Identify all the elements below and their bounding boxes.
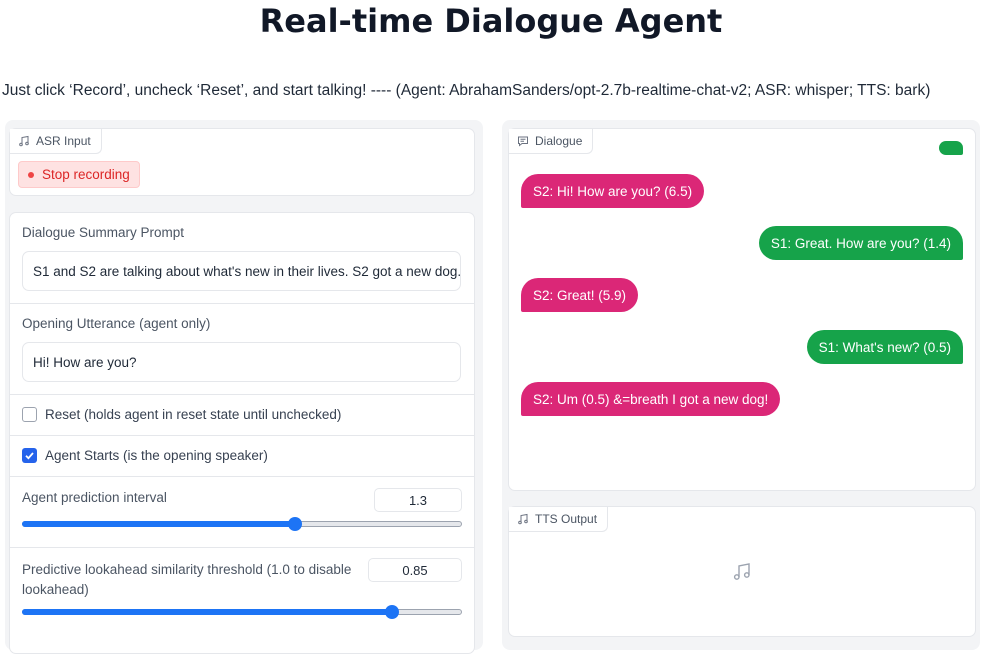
lookahead-slider[interactable] bbox=[22, 605, 462, 619]
opening-utterance-input[interactable]: Hi! How are you? bbox=[22, 342, 461, 382]
music-note-icon bbox=[733, 563, 750, 580]
opening-utterance-label: Opening Utterance (agent only) bbox=[22, 316, 211, 331]
lookahead-number-input[interactable]: 0.85 bbox=[368, 558, 462, 582]
chat-message-bot: S2: Great! (5.9) bbox=[521, 278, 639, 312]
agent-starts-label: Agent Starts (is the opening speaker) bbox=[45, 448, 268, 463]
summary-prompt-label: Dialogue Summary Prompt bbox=[22, 225, 185, 240]
opening-utterance-section: Opening Utterance (agent only) Hi! How a… bbox=[10, 303, 474, 395]
summary-prompt-input[interactable]: S1 and S2 are talking about what's new i… bbox=[22, 251, 461, 291]
slider-fill bbox=[22, 609, 392, 615]
chat-message-bot: S2: Um (0.5) &=breath I got a new dog! bbox=[521, 382, 781, 416]
right-column: Dialogue S2: Hi! How are you? (6.5) S1: … bbox=[502, 120, 980, 650]
lookahead-label-line-2: lookahead) bbox=[22, 582, 89, 597]
dialogue-label-text: Dialogue bbox=[535, 134, 583, 148]
music-note-icon bbox=[19, 135, 29, 147]
interval-number-input[interactable]: 1.3 bbox=[374, 488, 462, 512]
settings-panel: Dialogue Summary Prompt S1 and S2 are ta… bbox=[9, 212, 475, 654]
stop-recording-button[interactable]: Stop recording bbox=[18, 161, 140, 188]
asr-input-block: ASR Input Stop recording bbox=[9, 128, 475, 196]
lookahead-label-line-1: Predictive lookahead similarity threshol… bbox=[22, 562, 352, 577]
asr-input-label-text: ASR Input bbox=[36, 134, 91, 148]
chat-message-bot: S2: Hi! How are you? (6.5) bbox=[521, 174, 705, 208]
reset-checkbox-label: Reset (holds agent in reset state until … bbox=[45, 407, 342, 422]
chat-icon bbox=[518, 136, 528, 147]
interval-label: Agent prediction interval bbox=[22, 490, 167, 505]
asr-input-label: ASR Input bbox=[10, 129, 102, 154]
dialogue-chatbot: Dialogue S2: Hi! How are you? (6.5) S1: … bbox=[508, 128, 976, 491]
slider-thumb[interactable] bbox=[287, 517, 302, 531]
empty-user-bubble bbox=[939, 141, 963, 155]
agent-starts-checkbox-row[interactable]: Agent Starts (is the opening speaker) bbox=[22, 448, 268, 463]
tts-output-label: TTS Output bbox=[509, 507, 609, 532]
tts-output-label-text: TTS Output bbox=[535, 512, 598, 526]
music-note-icon bbox=[518, 513, 528, 525]
page-title: Real-time Dialogue Agent bbox=[259, 2, 723, 40]
reset-checkbox-row[interactable]: Reset (holds agent in reset state until … bbox=[22, 407, 341, 422]
dialogue-label: Dialogue bbox=[509, 129, 594, 154]
slider-thumb[interactable] bbox=[384, 605, 399, 619]
page-subtitle: Just click ‘Record’, uncheck ‘Reset’, an… bbox=[2, 82, 931, 99]
slider-fill bbox=[22, 521, 295, 527]
reset-section: Reset (holds agent in reset state until … bbox=[10, 394, 474, 436]
agent-starts-checkbox[interactable] bbox=[22, 448, 37, 463]
lookahead-label: Predictive lookahead similarity threshol… bbox=[22, 560, 362, 600]
chat-message-user: S1: What's new? (0.5) bbox=[806, 330, 963, 364]
summary-prompt-section: Dialogue Summary Prompt S1 and S2 are ta… bbox=[10, 213, 474, 303]
left-column: ASR Input Stop recording Dialogue Summar… bbox=[5, 120, 483, 654]
interval-slider[interactable] bbox=[22, 517, 462, 531]
record-dot-icon bbox=[28, 171, 34, 178]
chat-message-user: S1: Great. How are you? (1.4) bbox=[758, 226, 963, 260]
interval-section: Agent prediction interval 1.3 bbox=[10, 476, 474, 548]
stop-recording-label: Stop recording bbox=[42, 167, 130, 182]
tts-output-block: TTS Output bbox=[508, 506, 976, 637]
reset-checkbox[interactable] bbox=[22, 407, 37, 422]
lookahead-section: Predictive lookahead similarity threshol… bbox=[10, 547, 474, 638]
agent-starts-section: Agent Starts (is the opening speaker) bbox=[10, 435, 474, 477]
checkmark-icon bbox=[25, 452, 34, 460]
